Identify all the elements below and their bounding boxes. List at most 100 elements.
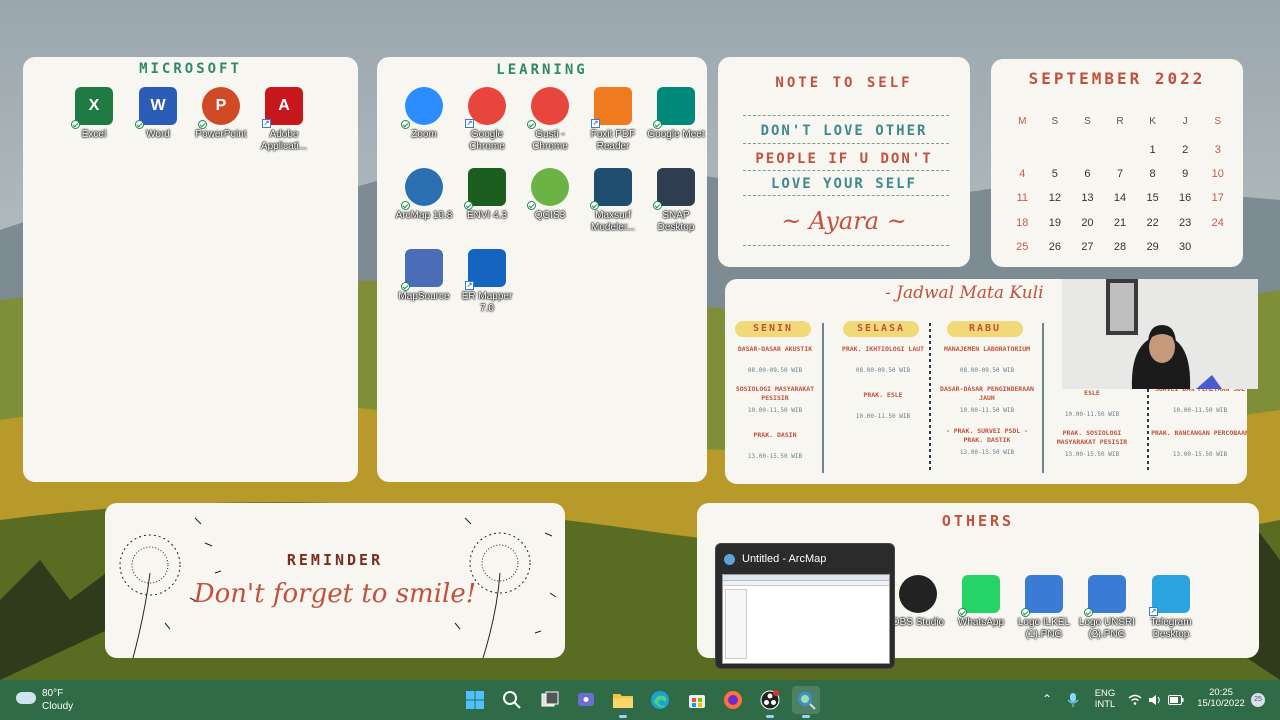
wifi-icon[interactable] — [1128, 694, 1142, 706]
calendar-title: SEPTEMBER 2022 — [1028, 69, 1206, 88]
clock-date: 15/10/2022 — [1197, 698, 1245, 709]
schedule-course: ESLE — [1084, 389, 1100, 397]
maxsurf-shortcut[interactable]: Maxsurf Modeler... — [580, 168, 646, 234]
schedule-time: 13.00-15.50 WIB — [1172, 451, 1228, 458]
schedule-course: DASAR-DASAR PENGINDERAAN JAUH — [940, 385, 1034, 402]
start-button[interactable] — [461, 686, 489, 714]
arcmap-shortcut[interactable]: ArcMap 10.8 — [391, 168, 457, 222]
task-view-button[interactable] — [536, 686, 564, 714]
teams-chat-button[interactable] — [572, 686, 600, 714]
clock-time: 20:25 — [1209, 687, 1233, 698]
image-file-icon — [1021, 575, 1063, 617]
calendar-grid: M S S R K J S 1 2 3 4 5 6 7 8 9 10 11 12 13 14 15 16 17 18 19 20 21… — [1006, 109, 1234, 259]
calendar-day: 16 — [1179, 192, 1192, 205]
schedule-course: PRAK. SOSIOLOGI MASYARAKAT PESISIR — [1056, 429, 1128, 446]
icon-label: QGIS3 — [534, 210, 566, 221]
image-file-shortcut[interactable]: Logo UNSRI (2).PNG — [1074, 575, 1140, 641]
calendar-weekday: R — [1116, 115, 1124, 127]
weather-widget[interactable]: 80°F Cloudy — [14, 686, 114, 714]
icon-label: Logo UNSRI (2).PNG — [1078, 617, 1136, 640]
image-file-icon — [1084, 575, 1126, 617]
preview-title: Untitled - ArcMap — [742, 553, 827, 565]
calendar-day: 27 — [1081, 241, 1094, 254]
adobe-icon: A ↗ — [262, 87, 303, 128]
icon-label: Google Meet — [647, 129, 705, 140]
microphone-icon[interactable] — [1067, 692, 1079, 708]
calendar-day: 20 — [1081, 216, 1094, 229]
powerpoint-shortcut[interactable]: P PowerPoint — [188, 87, 254, 141]
search-button[interactable] — [498, 686, 526, 714]
ermapper-shortcut[interactable]: ↗ ER Mapper 7.0 — [454, 249, 520, 315]
clock[interactable]: 20:25 15/10/2022 — [1194, 687, 1248, 709]
arcmap-button[interactable] — [792, 686, 820, 718]
calendar-day: 30 — [1179, 241, 1192, 254]
chrome-profile-shortcut[interactable]: Gusti - Chrome — [517, 87, 583, 153]
chrome-icon: ↗ — [465, 87, 506, 128]
schedule-time: 13.00-15.50 WIB — [747, 453, 803, 460]
reminder-title: REMINDER — [286, 551, 384, 569]
note-line-3: LOVE YOUR SELF — [770, 176, 917, 192]
schedule-time: 10.00-11.50 WIB — [747, 407, 803, 414]
snap-shortcut[interactable]: SNAP Desktop — [643, 168, 709, 234]
schedule-course: SOSIOLOGI MASYARAKAT PESISIR — [735, 385, 815, 402]
schedule-time: 13.00-15.50 WIB — [1064, 451, 1120, 458]
obs-icon — [760, 690, 780, 710]
chevron-up-icon[interactable]: ⌃ — [1042, 692, 1052, 706]
edge-icon — [651, 691, 669, 709]
preview-thumbnail[interactable] — [722, 574, 890, 664]
schedule-course: PRAK. IKHTIOLOGI LAUT — [841, 345, 925, 353]
firefox-button[interactable] — [719, 686, 747, 714]
schedule-course: PRAK. DASIN — [753, 431, 797, 439]
schedule-course: DASAR-DASAR AKUSTIK — [737, 345, 813, 353]
chrome-shortcut[interactable]: ↗ Google Chrome — [454, 87, 520, 153]
calendar-day: 19 — [1048, 216, 1061, 229]
schedule-time: 10.00-11.50 WIB — [1172, 407, 1228, 414]
calendar-day: 29 — [1146, 241, 1159, 254]
meet-shortcut[interactable]: Google Meet — [643, 87, 709, 141]
file-explorer-button[interactable] — [609, 686, 637, 718]
maxsurf-icon — [590, 168, 632, 210]
calendar-weekday: S — [1051, 115, 1059, 127]
obs-button[interactable] — [756, 686, 784, 718]
image-file-shortcut[interactable]: Logo ILKEL (1).PNG — [1011, 575, 1077, 641]
envi-shortcut[interactable]: ENVI 4.3 — [454, 168, 520, 222]
zoom-shortcut[interactable]: Zoom — [391, 87, 457, 141]
calendar-day: 28 — [1113, 241, 1127, 254]
notification-badge[interactable]: 25 — [1251, 693, 1265, 707]
calendar-day: 22 — [1146, 216, 1159, 229]
mapsource-shortcut[interactable]: MapSource — [391, 249, 457, 303]
start-icon — [466, 691, 484, 709]
schedule-time: 08.00-09.50 WIB — [747, 367, 803, 374]
adobe-shortcut[interactable]: A ↗ Adobe Applicati... — [251, 87, 317, 153]
volume-icon[interactable] — [1148, 694, 1162, 706]
calendar-day: 7 — [1116, 167, 1124, 180]
icon-label: Telegram Desktop — [1150, 617, 1192, 640]
icon-label: ArcMap 10.8 — [395, 210, 453, 221]
battery-icon[interactable] — [1168, 695, 1184, 705]
telegram-shortcut[interactable]: ↗ Telegram Desktop — [1138, 575, 1204, 641]
qgis-shortcut[interactable]: QGIS3 — [517, 168, 583, 222]
word-shortcut[interactable]: W Word — [125, 87, 191, 141]
icon-label: MapSource — [398, 291, 450, 302]
calendar-weekday: S — [1084, 115, 1091, 127]
whatsapp-shortcut[interactable]: WhatsApp — [948, 575, 1014, 629]
schedule-title: - Jadwal Mata Kuli — [885, 283, 1044, 303]
excel-shortcut[interactable]: X Excel — [61, 87, 127, 141]
schedule-divider-arrow — [929, 323, 931, 473]
language-indicator[interactable]: ENG INTL — [1092, 688, 1118, 710]
icon-label: Zoom — [411, 129, 437, 140]
search-icon — [503, 691, 521, 709]
calendar-panel: SEPTEMBER 2022 M S S R K J S 1 2 3 4 5 6 7 8 9 10 11 12 13 1… — [991, 59, 1243, 267]
note-line-1: DON'T LOVE OTHER — [760, 123, 928, 139]
calendar-weekday: M — [1018, 115, 1027, 127]
webcam-overlay — [1062, 279, 1258, 389]
store-button[interactable] — [683, 686, 711, 714]
schedule-day-label: SENIN — [735, 321, 811, 337]
foxit-icon: ↗ — [591, 87, 632, 128]
calendar-weekday: S — [1214, 115, 1222, 127]
edge-button[interactable] — [646, 686, 674, 714]
foxit-shortcut[interactable]: ↗ Foxit PDF Reader — [580, 87, 646, 153]
calendar-day: 10 — [1211, 167, 1224, 180]
note-signature: ~ Ayara ~ — [781, 207, 907, 235]
taskbar-thumbnail-preview[interactable]: Untitled - ArcMap — [715, 543, 895, 669]
